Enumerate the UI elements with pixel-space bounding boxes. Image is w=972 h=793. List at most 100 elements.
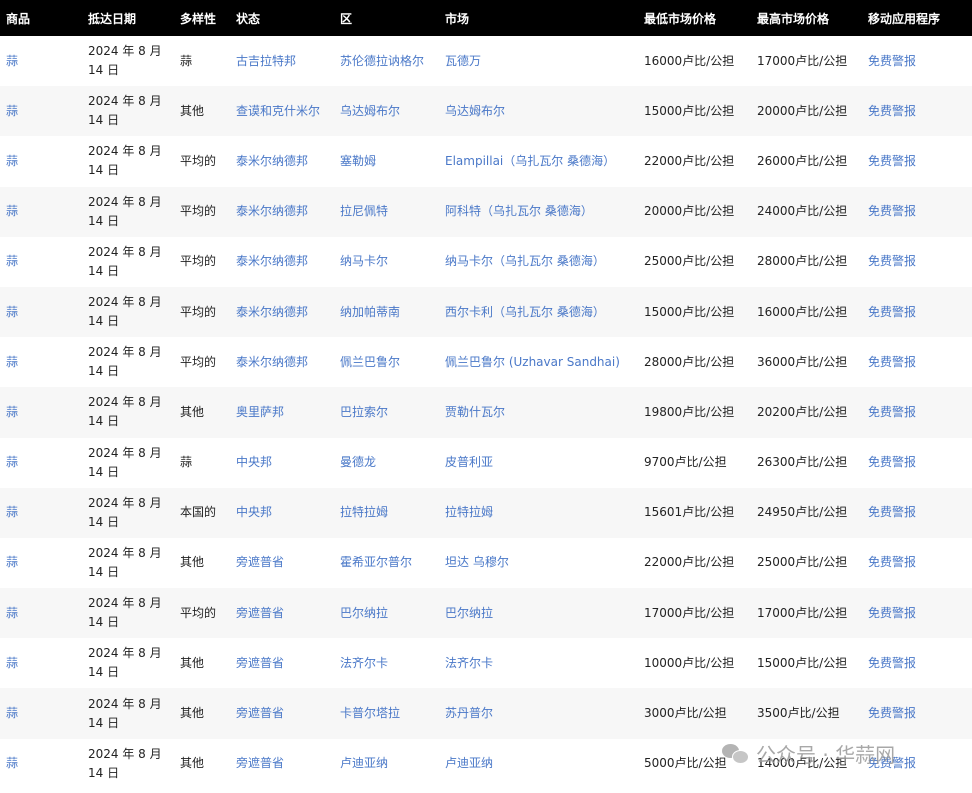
free-alert-link[interactable]: 免费警报	[868, 254, 916, 268]
market-link[interactable]: 贾勒什瓦尔	[445, 405, 505, 419]
max-price-cell: 28000卢比/公担	[751, 237, 862, 287]
district-link[interactable]: 曼德龙	[340, 455, 376, 469]
arrival-date: 2024 年 8 月 14 日	[88, 44, 162, 78]
commodity-link[interactable]: 蒜	[6, 355, 18, 369]
min-price: 15601卢比/公担	[644, 505, 735, 520]
state-link[interactable]: 泰米尔纳德邦	[236, 305, 308, 319]
district-link[interactable]: 卡普尔塔拉	[340, 706, 400, 720]
free-alert-link[interactable]: 免费警报	[868, 104, 916, 118]
state-link[interactable]: 旁遮普省	[236, 606, 284, 620]
market-link[interactable]: 坦达 乌穆尔	[445, 555, 509, 569]
district-link[interactable]: 佩兰巴鲁尔	[340, 355, 400, 369]
table-row: 蒜 2024 年 8 月 14 日 平均的 旁遮普省 巴尔纳拉 巴尔纳拉 17000卢比/公…	[0, 588, 972, 639]
market-link[interactable]: 瓦德万	[445, 54, 481, 68]
district-link[interactable]: 巴尔纳拉	[340, 606, 388, 620]
market-link[interactable]: 法齐尔卡	[445, 656, 493, 670]
state-link[interactable]: 中央邦	[236, 455, 272, 469]
free-alert-link[interactable]: 免费警报	[868, 405, 916, 419]
district-link[interactable]: 塞勒姆	[340, 154, 376, 168]
commodity-link[interactable]: 蒜	[6, 555, 18, 569]
free-alert-link[interactable]: 免费警报	[868, 606, 916, 620]
state-link[interactable]: 泰米尔纳德邦	[236, 154, 308, 168]
market-link[interactable]: 乌达姆布尔	[445, 104, 505, 118]
free-alert-link[interactable]: 免费警报	[868, 305, 916, 319]
market-link[interactable]: Elampillai（乌扎瓦尔 桑德海）	[445, 154, 615, 168]
free-alert-link[interactable]: 免费警报	[868, 455, 916, 469]
max-price-cell: 17000卢比/公担	[751, 36, 862, 86]
free-alert-link[interactable]: 免费警报	[868, 555, 916, 569]
free-alert-link[interactable]: 免费警报	[868, 756, 916, 770]
commodity-link[interactable]: 蒜	[6, 54, 18, 68]
market-link[interactable]: 佩兰巴鲁尔 (Uzhavar Sandhai)	[445, 355, 620, 369]
district-link[interactable]: 霍希亚尔普尔	[340, 555, 412, 569]
state-link[interactable]: 查谟和克什米尔	[236, 104, 320, 118]
free-alert-link[interactable]: 免费警报	[868, 706, 916, 720]
district-link[interactable]: 纳马卡尔	[340, 254, 388, 268]
state-link-cell: 查谟和克什米尔	[230, 86, 334, 136]
district-link[interactable]: 法齐尔卡	[340, 656, 388, 670]
district-link[interactable]: 卢迪亚纳	[340, 756, 388, 770]
district-link[interactable]: 巴拉索尔	[340, 405, 388, 419]
commodity-link[interactable]: 蒜	[6, 204, 18, 218]
free-alert-link[interactable]: 免费警报	[868, 154, 916, 168]
commodity-link[interactable]: 蒜	[6, 405, 18, 419]
commodity-link[interactable]: 蒜	[6, 656, 18, 670]
market-link[interactable]: 阿科特（乌扎瓦尔 桑德海）	[445, 204, 593, 218]
market-link[interactable]: 巴尔纳拉	[445, 606, 493, 620]
header-min-price: 最低市场价格	[644, 11, 717, 26]
commodity-link[interactable]: 蒜	[6, 154, 18, 168]
arrival-date-cell: 2024 年 8 月 14 日	[82, 237, 174, 287]
commodity-link[interactable]: 蒜	[6, 756, 18, 770]
district-link[interactable]: 苏伦德拉讷格尔	[340, 54, 424, 68]
arrival-date-cell: 2024 年 8 月 14 日	[82, 538, 174, 588]
state-link[interactable]: 泰米尔纳德邦	[236, 355, 308, 369]
district-link[interactable]: 纳加帕蒂南	[340, 305, 400, 319]
free-alert-link-cell: 免费警报	[862, 488, 972, 538]
arrival-date-cell: 2024 年 8 月 14 日	[82, 739, 174, 789]
district-link[interactable]: 乌达姆布尔	[340, 104, 400, 118]
arrival-date-cell: 2024 年 8 月 14 日	[82, 638, 174, 688]
state-link[interactable]: 泰米尔纳德邦	[236, 254, 308, 268]
min-price: 19800卢比/公担	[644, 404, 735, 419]
min-price-cell: 22000卢比/公担	[638, 136, 751, 186]
state-link-cell: 泰米尔纳德邦	[230, 187, 334, 237]
state-link[interactable]: 旁遮普省	[236, 706, 284, 720]
state-link[interactable]: 旁遮普省	[236, 555, 284, 569]
commodity-link[interactable]: 蒜	[6, 505, 18, 519]
free-alert-link[interactable]: 免费警报	[868, 204, 916, 218]
market-link[interactable]: 卢迪亚纳	[445, 756, 493, 770]
market-link[interactable]: 西尔卡利（乌扎瓦尔 桑德海）	[445, 305, 605, 319]
header-mobile-app: 移动应用程序	[868, 11, 941, 26]
district-link-cell: 苏伦德拉讷格尔	[334, 36, 439, 86]
arrival-date: 2024 年 8 月 14 日	[88, 94, 162, 128]
commodity-link[interactable]: 蒜	[6, 606, 18, 620]
state-link[interactable]: 古吉拉特邦	[236, 54, 296, 68]
variety-cell: 其他	[174, 739, 230, 789]
commodity-link[interactable]: 蒜	[6, 455, 18, 469]
commodity-link[interactable]: 蒜	[6, 706, 18, 720]
commodity-link[interactable]: 蒜	[6, 104, 18, 118]
market-link[interactable]: 拉特拉姆	[445, 505, 493, 519]
variety: 其他	[180, 655, 205, 670]
commodity-link[interactable]: 蒜	[6, 254, 18, 268]
free-alert-link[interactable]: 免费警报	[868, 656, 916, 670]
market-link[interactable]: 苏丹普尔	[445, 706, 493, 720]
state-link[interactable]: 中央邦	[236, 505, 272, 519]
state-link[interactable]: 旁遮普省	[236, 656, 284, 670]
district-link[interactable]: 拉特拉姆	[340, 505, 388, 519]
state-link[interactable]: 泰米尔纳德邦	[236, 204, 308, 218]
market-link[interactable]: 纳马卡尔（乌扎瓦尔 桑德海）	[445, 254, 605, 268]
district-link-cell: 卢迪亚纳	[334, 739, 439, 789]
free-alert-link[interactable]: 免费警报	[868, 54, 916, 68]
state-link[interactable]: 奥里萨邦	[236, 405, 284, 419]
variety-cell: 其他	[174, 688, 230, 738]
state-link[interactable]: 旁遮普省	[236, 756, 284, 770]
free-alert-link[interactable]: 免费警报	[868, 505, 916, 519]
district-link[interactable]: 拉尼佩特	[340, 204, 388, 218]
commodity-link[interactable]: 蒜	[6, 305, 18, 319]
market-link[interactable]: 皮普利亚	[445, 455, 493, 469]
free-alert-link[interactable]: 免费警报	[868, 355, 916, 369]
free-alert-link-cell: 免费警报	[862, 287, 972, 337]
commodity-link-cell: 蒜	[0, 387, 82, 437]
min-price-cell: 15601卢比/公担	[638, 488, 751, 538]
